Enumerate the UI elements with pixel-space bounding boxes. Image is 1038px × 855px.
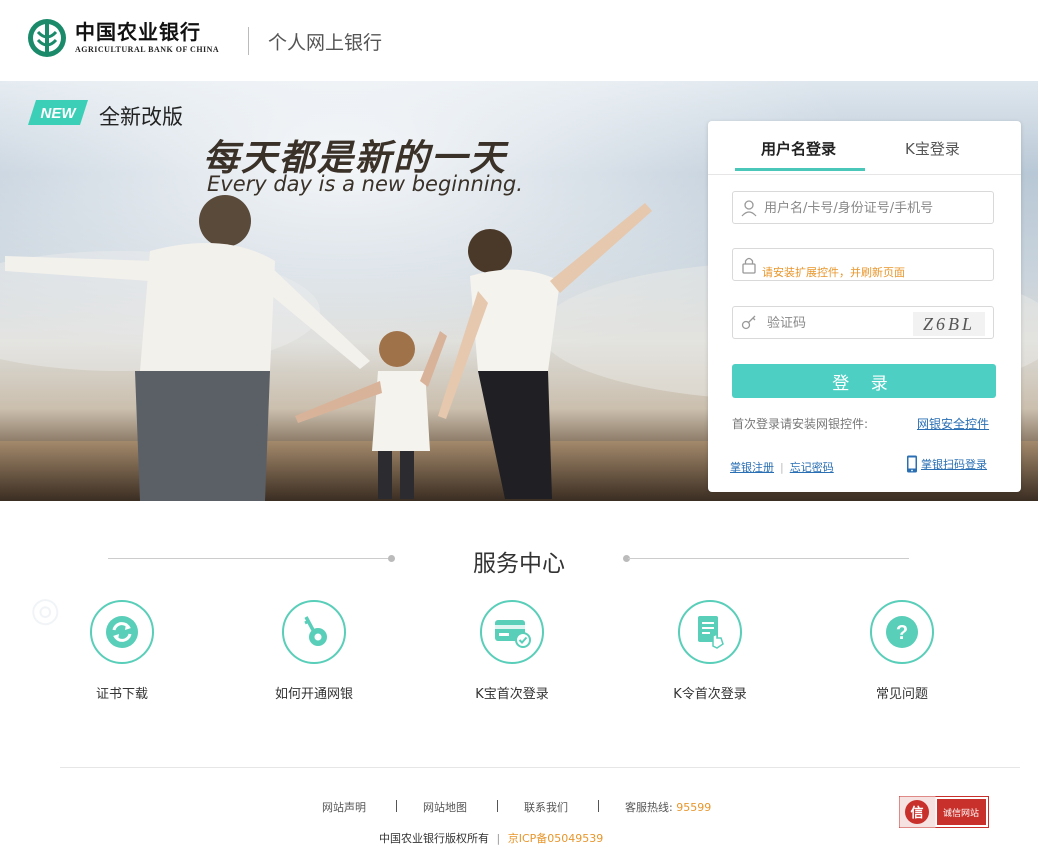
service-kling-first-login[interactable]: K令首次登录: [630, 600, 790, 702]
footer-link-statement[interactable]: 网站声明: [322, 799, 366, 815]
username-input[interactable]: [764, 198, 984, 218]
service-label: 如何开通网银: [274, 687, 353, 702]
card-check-icon: [495, 620, 531, 648]
scan-login-link[interactable]: 掌银扫码登录: [921, 456, 987, 472]
footer-separator: [497, 800, 498, 812]
question-icon: ?: [886, 616, 918, 648]
document-touch-icon: [698, 616, 724, 649]
footer-copyright: 中国农业银行版权所有 | 京ICP备05049539: [379, 830, 603, 846]
tab-username-login[interactable]: 用户名登录: [761, 138, 836, 159]
icp-number[interactable]: 京ICP备05049539: [508, 832, 604, 845]
key-small-icon: [741, 315, 756, 330]
refresh-icon: [106, 616, 138, 648]
svg-text:信: 信: [910, 805, 923, 821]
login-panel: 用户名登录 K宝登录 请安装扩展控件，并刷新页面: [708, 121, 1021, 492]
footer-separator: [598, 800, 599, 812]
service-icon-circle: [678, 600, 742, 664]
new-badge-icon: NEW: [28, 100, 88, 125]
abc-emblem-icon: [28, 19, 66, 57]
footer-separator: |: [496, 832, 501, 845]
footer-separator: [396, 800, 397, 812]
header-divider: [248, 27, 249, 55]
captcha-field[interactable]: Z6BL: [732, 306, 994, 339]
bank-name-en: AGRICULTURAL BANK OF CHINA: [75, 45, 220, 54]
footer-link-sitemap[interactable]: 网站地图: [423, 799, 467, 815]
forgot-password-link[interactable]: 忘记密码: [790, 461, 834, 474]
svg-text:Z6BL: Z6BL: [923, 314, 975, 334]
slogan-en: Every day is a new beginning.: [207, 172, 523, 196]
captcha-input[interactable]: [767, 313, 907, 333]
register-link[interactable]: 掌银注册: [730, 461, 774, 474]
service-icon-circle: [282, 600, 346, 664]
service-center-title: 服务中心: [473, 551, 565, 577]
svg-text:诚信网站: 诚信网站: [943, 807, 979, 819]
header: 中国农业银行 AGRICULTURAL BANK OF CHINA 个人网上银行: [0, 0, 1038, 81]
login-button[interactable]: 登 录: [732, 364, 996, 398]
security-control-link[interactable]: 网银安全控件: [917, 415, 989, 432]
phone-icon: [907, 455, 917, 473]
header-subtitle: 个人网上银行: [268, 32, 383, 54]
service-cert-download[interactable]: 证书下载: [42, 600, 202, 702]
footer-link-contact[interactable]: 联系我们: [524, 799, 568, 815]
username-field[interactable]: [732, 191, 994, 224]
trust-site-badge[interactable]: 信 诚信网站: [899, 796, 989, 828]
tab-kbao-login[interactable]: K宝登录: [905, 138, 960, 159]
copyright-text: 中国农业银行版权所有: [379, 832, 489, 845]
scan-login[interactable]: 掌银扫码登录: [906, 455, 987, 473]
service-label: K宝首次登录: [475, 687, 549, 702]
first-login-hint: 首次登录请安装网银控件:: [732, 417, 869, 431]
footer-hotline: 客服热线: 95599: [625, 799, 711, 815]
footer-divider: [60, 767, 1020, 768]
password-field[interactable]: 请安装扩展控件，并刷新页面: [732, 248, 994, 281]
key-icon: [304, 616, 327, 646]
service-label: 证书下载: [95, 687, 148, 702]
link-separator: |: [780, 461, 784, 474]
login-bottom-links: 掌银注册 | 忘记密码: [730, 459, 834, 475]
service-icon-circle: [90, 600, 154, 664]
control-warning: 请安装扩展控件，并刷新页面: [762, 266, 905, 279]
hero-banner: NEW 全新改版 每天都是新的一天 Every day is a new beg…: [0, 81, 1038, 501]
user-icon: [741, 200, 757, 217]
lock-icon: [742, 257, 756, 274]
section-divider-right: [628, 558, 909, 559]
hotline-number: 95599: [676, 801, 712, 814]
service-icon-circle: ?: [870, 600, 934, 664]
active-tab-indicator: [735, 168, 865, 171]
new-badge-label: 全新改版: [99, 105, 183, 129]
captcha-image[interactable]: Z6BL: [913, 312, 985, 336]
svg-text:NEW: NEW: [41, 105, 78, 122]
service-icon-circle: [480, 600, 544, 664]
bank-name-cn: 中国农业银行: [75, 20, 201, 44]
service-label: 常见问题: [875, 687, 928, 702]
svg-text:?: ?: [896, 622, 908, 644]
service-how-to-open[interactable]: 如何开通网银: [234, 600, 394, 702]
service-label: K令首次登录: [673, 687, 747, 702]
service-faq[interactable]: ? 常见问题: [822, 600, 982, 702]
service-kbao-first-login[interactable]: K宝首次登录: [432, 600, 592, 702]
login-tabs: 用户名登录 K宝登录: [708, 121, 1021, 175]
bank-logo[interactable]: 中国农业银行 AGRICULTURAL BANK OF CHINA: [27, 18, 219, 58]
hotline-label: 客服热线:: [625, 801, 673, 814]
